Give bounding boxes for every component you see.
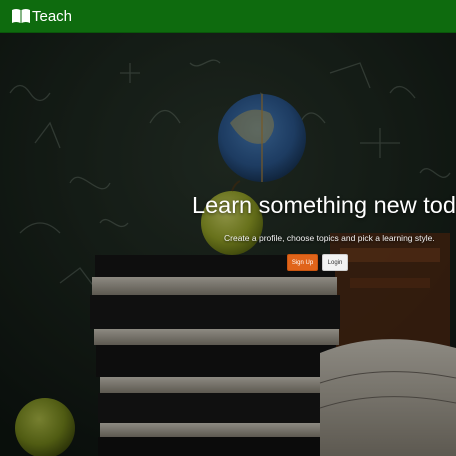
hero-headline: Learn something new today [192, 192, 456, 218]
open-book-icon [11, 8, 31, 24]
page: Teach Learn something new today Create a… [0, 0, 456, 456]
login-button[interactable]: Login [322, 254, 348, 271]
hero-section: Learn something new today Create a profi… [0, 33, 456, 456]
sign-up-button[interactable]: Sign Up [287, 254, 318, 271]
top-navbar: Teach [0, 0, 456, 33]
brand-link[interactable]: Teach [11, 5, 72, 27]
brand-name: Teach [32, 7, 73, 25]
hero-subheadline: Create a profile, choose topics and pick… [224, 233, 435, 243]
hero-background-image [0, 33, 456, 456]
